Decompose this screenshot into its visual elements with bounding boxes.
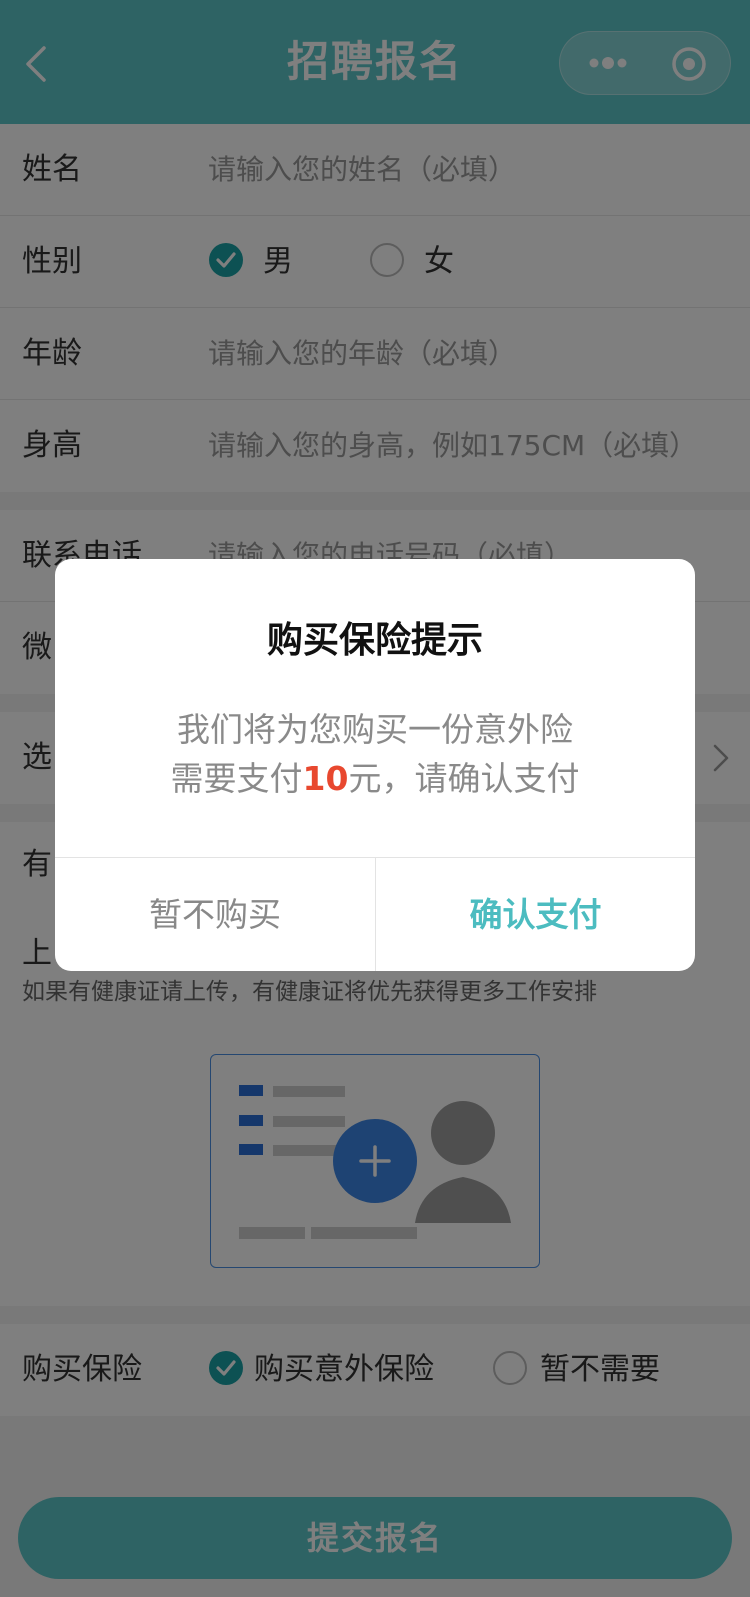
dialog-title: 购买保险提示	[266, 620, 483, 661]
decline-button[interactable]: 暂不购买	[55, 858, 375, 971]
dialog-message-prefix: 需要支付	[170, 759, 303, 798]
insurance-confirm-dialog: 购买保险提示 我们将为您购买一份意外险 需要支付10元，请确认支付 暂不购买 确…	[55, 559, 695, 971]
dialog-message-line2: 需要支付10元，请确认支付	[55, 752, 695, 800]
payment-amount: 10	[302, 759, 349, 798]
dialog-message-suffix: 元，请确认支付	[348, 759, 580, 798]
confirm-payment-button[interactable]: 确认支付	[376, 858, 695, 971]
dialog-message-line1: 我们将为您购买一份意外险	[177, 710, 573, 749]
